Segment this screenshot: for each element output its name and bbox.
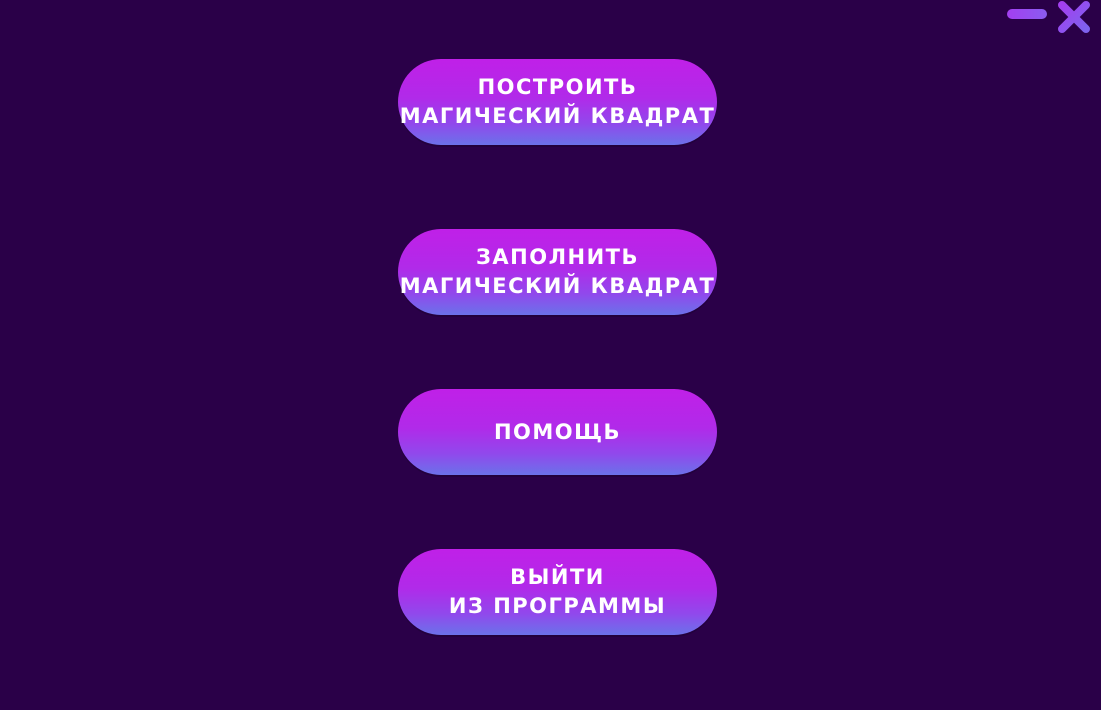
help-button[interactable]: ПОМОЩЬ — [398, 389, 717, 475]
build-button-label-line1: ПОСТРОИТЬ — [477, 75, 638, 99]
build-button-label-line2: МАГИЧЕСКИЙ КВАДРАТ — [399, 104, 716, 128]
fill-button-label-line1: ЗАПОЛНИТЬ — [475, 245, 640, 269]
window-controls — [1000, 0, 1101, 40]
exit-button-label-line2: ИЗ ПРОГРАММЫ — [448, 594, 667, 618]
minimize-icon[interactable] — [1007, 9, 1047, 19]
fill-magic-square-button[interactable]: ЗАПОЛНИТЬ МАГИЧЕСКИЙ КВАДРАТ — [398, 229, 717, 315]
build-magic-square-button[interactable]: ПОСТРОИТЬ МАГИЧЕСКИЙ КВАДРАТ — [398, 59, 717, 145]
exit-button-label-line1: ВЫЙТИ — [510, 565, 605, 589]
fill-button-label-line2: МАГИЧЕСКИЙ КВАДРАТ — [399, 274, 716, 298]
help-button-label: ПОМОЩЬ — [493, 419, 622, 444]
exit-program-button[interactable]: ВЫЙТИ ИЗ ПРОГРАММЫ — [398, 549, 717, 635]
main-window: ПОСТРОИТЬ МАГИЧЕСКИЙ КВАДРАТ ЗАПОЛНИТЬ М… — [0, 0, 1101, 710]
close-icon[interactable] — [1056, 0, 1092, 34]
